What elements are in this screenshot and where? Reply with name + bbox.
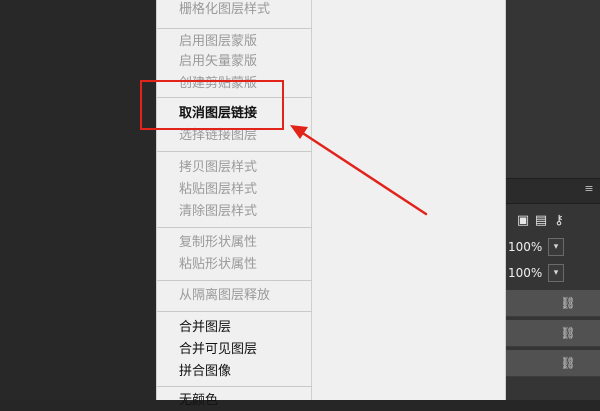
layer-row[interactable]: ⛓ [506, 320, 600, 347]
fill-row: 100% ▾ [506, 262, 600, 284]
layer-row[interactable]: ⛓ [506, 350, 600, 377]
menu-separator [157, 386, 312, 387]
menu-item-paste-layer-style[interactable]: 粘贴图层样式 [179, 180, 329, 200]
layer-lock-row: ▣ ▤ ⚷ [506, 210, 600, 234]
opacity-dropdown-icon[interactable]: ▾ [548, 238, 564, 256]
menu-item-enable-layer-mask[interactable]: 启用图层蒙版 [179, 32, 329, 52]
opacity-row: 100% ▾ [506, 236, 600, 258]
menu-item-paste-shape-attributes[interactable]: 粘贴形状属性 [179, 255, 329, 275]
menu-separator [157, 151, 312, 152]
lock-image-icon[interactable]: ▤ [534, 214, 548, 228]
highlight-box [140, 80, 284, 130]
menu-item-rasterize-layer-style[interactable]: 栅格化图层样式 [179, 0, 329, 20]
menu-item-release-from-isolation[interactable]: 从隔离图层释放 [179, 286, 329, 306]
panel-menu-icon[interactable]: ≡ [583, 183, 595, 195]
lock-transparent-icon[interactable]: ▣ [516, 214, 530, 228]
canvas-area-left [0, 0, 156, 400]
menu-separator [157, 280, 312, 281]
link-icon[interactable]: ⛓ [560, 356, 576, 370]
menu-separator [157, 311, 312, 312]
fill-dropdown-icon[interactable]: ▾ [548, 264, 564, 282]
menu-item-copy-shape-attributes[interactable]: 复制形状属性 [179, 233, 329, 253]
opacity-value[interactable]: 100% [508, 238, 548, 256]
menu-item-no-color[interactable]: 无颜色 [179, 391, 329, 411]
menu-separator [157, 227, 312, 228]
fill-value[interactable]: 100% [508, 264, 548, 282]
menu-item-clear-layer-style[interactable]: 清除图层样式 [179, 202, 329, 222]
menu-item-enable-vector-mask[interactable]: 启用矢量蒙版 [179, 52, 329, 72]
menu-item-merge-layers[interactable]: 合并图层 [179, 318, 329, 338]
layer-row[interactable]: ⛓ [506, 290, 600, 317]
menu-item-merge-visible[interactable]: 合并可见图层 [179, 340, 329, 360]
menu-separator [157, 28, 312, 29]
menu-item-copy-layer-style[interactable]: 拷贝图层样式 [179, 158, 329, 178]
link-icon[interactable]: ⛓ [560, 296, 576, 310]
lock-position-icon[interactable]: ⚷ [552, 214, 566, 228]
layer-context-menu: 栅格化图层样式 启用图层蒙版 启用矢量蒙版 创建剪贴蒙版 取消图层链接 选择链接… [156, 0, 506, 408]
link-icon[interactable]: ⛓ [560, 326, 576, 340]
menu-item-flatten-image[interactable]: 拼合图像 [179, 362, 329, 382]
